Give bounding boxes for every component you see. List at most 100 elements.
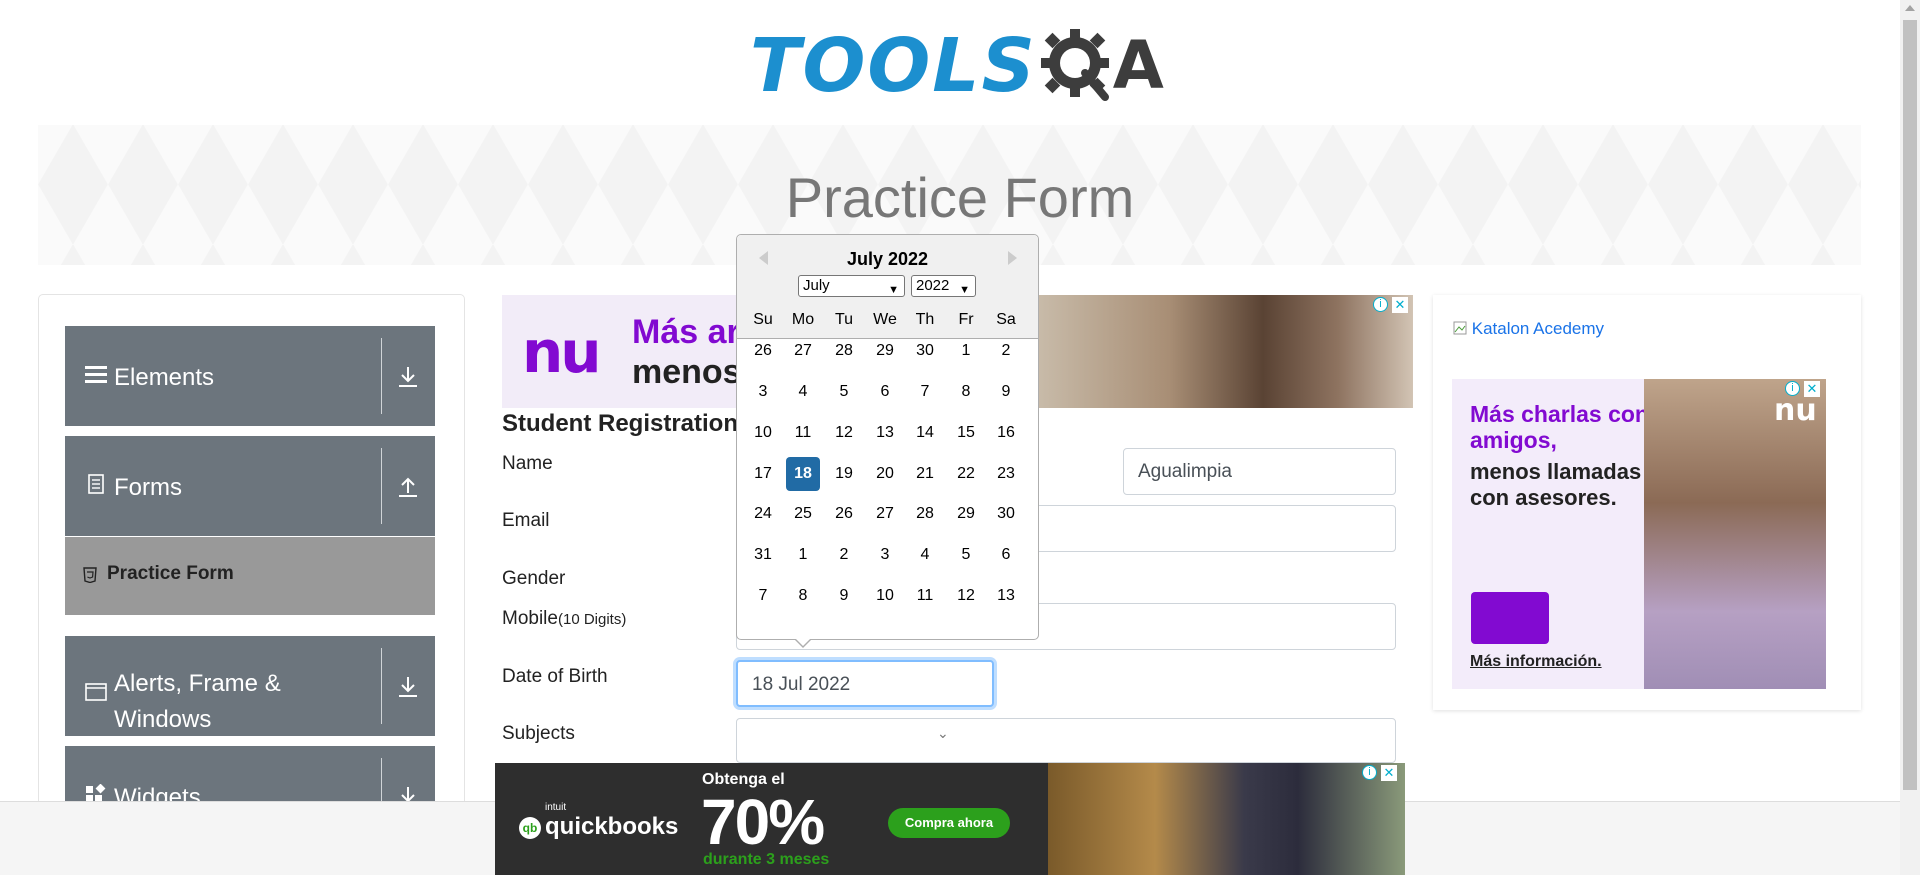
calendar-day[interactable]: 27 xyxy=(786,334,820,368)
calendar-day[interactable]: 11 xyxy=(786,416,820,450)
ad-card[interactable]: Más charlas con amigos, menos llamadas c… xyxy=(1452,379,1826,689)
year-select[interactable]: 2022 ▼ xyxy=(911,275,976,297)
mobile-label-text: Mobile xyxy=(502,608,558,629)
calendar-day[interactable]: 8 xyxy=(949,375,983,409)
calendar-day[interactable]: 13 xyxy=(868,416,902,450)
calendar-day[interactable]: 29 xyxy=(949,497,983,531)
calendar-day[interactable]: 26 xyxy=(746,334,780,368)
calendar-day[interactable]: 13 xyxy=(989,579,1023,613)
calendar-day[interactable]: 25 xyxy=(786,497,820,531)
ad-more-info-link[interactable]: Más información. xyxy=(1470,653,1602,671)
page-scrollbar[interactable] xyxy=(1900,0,1920,875)
calendar-day[interactable]: 5 xyxy=(949,538,983,572)
info-icon[interactable]: i xyxy=(1785,381,1800,396)
calendar-day[interactable]: 23 xyxy=(989,457,1023,491)
upload-icon[interactable] xyxy=(395,474,421,500)
weekday-label: Th xyxy=(915,311,935,328)
buy-now-button[interactable]: Compra ahora xyxy=(888,808,1010,838)
calendar-day[interactable]: 8 xyxy=(786,579,820,613)
ad-banner-bottom[interactable]: intuit qb quickbooks Obtenga el 70% duran… xyxy=(495,763,1405,875)
calendar-day[interactable]: 21 xyxy=(908,457,942,491)
gear-icon xyxy=(1039,27,1117,105)
info-icon[interactable]: i xyxy=(1373,297,1388,312)
sidebar-group-elements[interactable]: Elements xyxy=(65,326,435,426)
subjects-label: Subjects xyxy=(502,723,575,744)
broken-image-icon xyxy=(1453,321,1467,335)
calendar-day[interactable]: 6 xyxy=(989,538,1023,572)
subjects-input[interactable]: ⌄ xyxy=(736,718,1396,763)
sidebar-item-practice-form[interactable]: Practice Form xyxy=(65,537,435,615)
download-icon[interactable] xyxy=(395,674,421,700)
calendar-day[interactable]: 19 xyxy=(827,457,861,491)
close-icon[interactable]: ✕ xyxy=(1381,765,1397,781)
calendar-day[interactable]: 26 xyxy=(827,497,861,531)
info-icon[interactable]: i xyxy=(1362,765,1377,780)
calendar-day[interactable]: 3 xyxy=(868,538,902,572)
broken-image-link[interactable]: Katalon Acedemy xyxy=(1453,319,1604,339)
sidebar-group-label: Forms xyxy=(114,474,182,501)
gender-label: Gender xyxy=(502,568,566,589)
sidebar-group-alerts[interactable]: Alerts, Frame & Windows xyxy=(65,636,435,736)
calendar-day[interactable]: 28 xyxy=(908,497,942,531)
scroll-up-icon[interactable] xyxy=(1905,5,1915,11)
calendar-day[interactable]: 16 xyxy=(989,416,1023,450)
calendar-day[interactable]: 17 xyxy=(746,457,780,491)
calendar-day[interactable]: 5 xyxy=(827,375,861,409)
calendar-day[interactable]: 15 xyxy=(949,416,983,450)
ad-photo xyxy=(1048,763,1405,875)
datepicker-title: July 2022 xyxy=(846,249,929,269)
list-icon xyxy=(85,364,107,384)
weekday-label: Su xyxy=(753,311,773,328)
calendar-day[interactable]: 14 xyxy=(908,416,942,450)
quickbooks-icon: qb xyxy=(519,816,541,839)
calendar-day[interactable]: 1 xyxy=(949,334,983,368)
calendar-day[interactable]: 9 xyxy=(989,375,1023,409)
calendar-day[interactable]: 9 xyxy=(827,579,861,613)
download-icon[interactable] xyxy=(395,364,421,390)
calendar-day[interactable]: 12 xyxy=(827,416,861,450)
close-icon[interactable]: ✕ xyxy=(1804,381,1820,397)
calendar-day[interactable]: 10 xyxy=(746,416,780,450)
calendar-day[interactable]: 1 xyxy=(786,538,820,572)
form-heading: Student Registration xyxy=(502,410,739,437)
calendar-day[interactable]: 7 xyxy=(746,579,780,613)
mobile-hint: (10 Digits) xyxy=(557,611,627,628)
close-icon[interactable]: ✕ xyxy=(1392,297,1408,313)
calendar-day[interactable]: 4 xyxy=(908,538,942,572)
calendar-day[interactable]: 7 xyxy=(908,375,942,409)
calendar-day[interactable]: 10 xyxy=(868,579,902,613)
intuit-text: intuit xyxy=(545,802,567,813)
calendar-day[interactable]: 22 xyxy=(949,457,983,491)
calendar-day[interactable]: 29 xyxy=(868,334,902,368)
left-panel: Elements Forms Practice Form Alerts, Fra… xyxy=(38,294,465,814)
calendar-day[interactable]: 24 xyxy=(746,497,780,531)
datepicker-popup: July 2022 July ▼ 2022 ▼ Su Mo Tu We Th Fr Sa 2… xyxy=(736,234,1039,648)
calendar-day[interactable]: 28 xyxy=(827,334,861,368)
calendar-day[interactable]: 2 xyxy=(989,334,1023,368)
calendar-day[interactable]: 12 xyxy=(949,579,983,613)
quickbooks-text: quickbooks xyxy=(545,813,679,840)
calendar-day[interactable]: 4 xyxy=(786,375,820,409)
calendar-day[interactable]: 27 xyxy=(868,497,902,531)
calendar-day[interactable]: 2 xyxy=(827,538,861,572)
next-month-icon[interactable] xyxy=(1002,248,1022,268)
month-select[interactable]: July ▼ xyxy=(798,275,905,297)
calendar-day[interactable]: 3 xyxy=(746,375,780,409)
calendar-day[interactable]: 11 xyxy=(908,579,942,613)
toolsqa-logo[interactable]: TOOLS A xyxy=(750,18,1164,113)
last-name-input[interactable]: Agualimpia xyxy=(1123,448,1396,495)
weekday-label: Sa xyxy=(996,311,1016,328)
sidebar-group-forms[interactable]: Forms xyxy=(65,436,435,536)
chevron-down-icon[interactable]: ⌄ xyxy=(937,711,949,756)
calendar-day[interactable]: 30 xyxy=(989,497,1023,531)
calendar-day[interactable]: 6 xyxy=(868,375,902,409)
date-of-birth-input[interactable]: 18 Jul 2022 xyxy=(736,660,994,707)
calendar-day[interactable]: 31 xyxy=(746,538,780,572)
selected-day[interactable]: 18 xyxy=(786,457,820,491)
weekday-label: We xyxy=(873,311,897,328)
divider xyxy=(381,338,382,414)
weekday-label: Tu xyxy=(834,311,854,328)
calendar-day[interactable]: 20 xyxy=(868,457,902,491)
calendar-day[interactable]: 30 xyxy=(908,334,942,368)
scrollbar-thumb[interactable] xyxy=(1903,20,1917,790)
